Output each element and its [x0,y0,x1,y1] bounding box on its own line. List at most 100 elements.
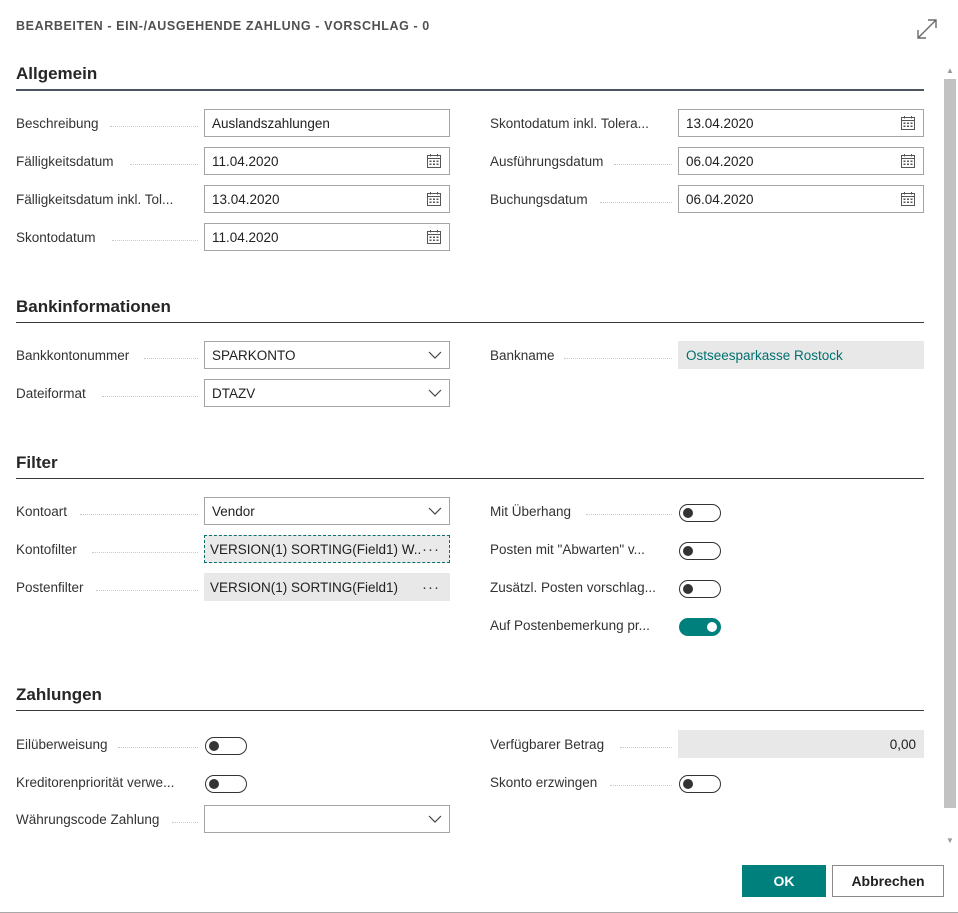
calendar-icon[interactable] [426,191,442,207]
kontoart-select[interactable]: Vendor [204,497,450,525]
label-leader [586,514,672,515]
toggle-knob [209,740,219,751]
dialog-title: BEARBEITEN - EIN-/AUSGEHENDE ZAHLUNG - V… [16,19,430,33]
label-leader [564,358,672,359]
cancel-button[interactable]: Abbrechen [832,865,944,897]
label-leader [118,747,198,748]
skontodatum-tol-value: 13.04.2020 [686,115,754,131]
ausfuehrungsdatum-value: 06.04.2020 [686,153,754,169]
label-leader [614,164,672,165]
skontodatum-input[interactable]: 11.04.2020 [204,223,450,251]
skontodatum-value: 11.04.2020 [212,229,279,245]
label-leader [80,514,198,515]
calendar-icon[interactable] [426,153,442,169]
label-leader [102,396,198,397]
label-leader [112,240,198,241]
beschreibung-value: Auslandszahlungen [212,115,330,131]
section-divider [16,322,924,323]
section-divider [16,710,924,711]
label-faelligkeitsdatum: Fälligkeitsdatum [16,154,114,169]
calendar-icon[interactable] [900,153,916,169]
scroll-down-icon[interactable]: ▼ [945,836,955,846]
label-leader [96,590,198,591]
dateiformat-value: DTAZV [212,385,256,401]
buchungsdatum-input[interactable]: 06.04.2020 [678,185,924,213]
chevron-down-icon [428,507,442,515]
skonto-erzwingen-toggle[interactable] [679,775,721,793]
kreditorenprioritaet-toggle[interactable] [205,775,247,793]
faelligkeitsdatum-input[interactable]: 11.04.2020 [204,147,450,175]
mit-ueberhang-toggle[interactable] [679,504,721,522]
section-title-bankinformationen[interactable]: Bankinformationen [16,297,171,317]
section-title-zahlungen[interactable]: Zahlungen [16,685,102,705]
chevron-down-icon [428,815,442,823]
label-dateiformat: Dateiformat [16,386,86,401]
vertical-scrollbar[interactable]: ▲ ▼ [942,62,958,850]
beschreibung-input[interactable]: Auslandszahlungen [204,109,450,137]
eilueberweisung-toggle[interactable] [205,737,247,755]
toggle-knob [209,778,219,789]
label-waehrungscode: Währungscode Zahlung [16,812,160,827]
label-faelligkeitsdatum-tol: Fälligkeitsdatum inkl. Tol... [16,192,174,207]
dateiformat-select[interactable]: DTAZV [204,379,450,407]
kontofilter-value: VERSION(1) SORTING(Field1) W... [210,541,422,557]
expand-icon[interactable] [914,16,940,42]
toggle-knob [683,778,693,789]
chevron-down-icon [428,389,442,397]
skontodatum-tol-input[interactable]: 13.04.2020 [678,109,924,137]
section-divider [16,478,924,479]
toggle-knob [683,583,693,594]
ok-button[interactable]: OK [742,865,826,897]
bankname-field[interactable]: Ostseesparkasse Rostock [678,341,924,369]
posten-abwarten-toggle[interactable] [679,542,721,560]
label-skontodatum-tol: Skontodatum inkl. Tolera... [490,116,649,131]
label-eilueberweisung: Eilüberweisung [16,737,108,752]
label-ausfuehrungsdatum: Ausführungsdatum [490,154,604,169]
form-content: Allgemein Beschreibung Auslandszahlungen… [0,60,942,850]
verfuegbarer-betrag-value: 0,00 [889,736,916,752]
label-leader [172,822,198,823]
toggle-knob [683,507,693,518]
more-options-icon[interactable]: ··· [422,541,442,558]
label-buchungsdatum: Buchungsdatum [490,192,588,207]
calendar-icon[interactable] [900,191,916,207]
label-skonto-erzwingen: Skonto erzwingen [490,775,598,790]
scrollbar-thumb[interactable] [944,79,956,808]
waehrungscode-select[interactable] [204,805,450,833]
scroll-up-icon[interactable]: ▲ [945,66,955,76]
toggle-knob [707,621,717,632]
postenfilter-value: VERSION(1) SORTING(Field1) [210,579,399,595]
section-divider [16,89,924,91]
kontofilter-field[interactable]: VERSION(1) SORTING(Field1) W... ··· [204,535,450,563]
label-bankname: Bankname [490,348,555,363]
postenbemerkung-toggle[interactable] [679,618,721,636]
label-postenfilter: Postenfilter [16,580,84,595]
label-skontodatum: Skontodatum [16,230,96,245]
faelligkeitsdatum-tol-input[interactable]: 13.04.2020 [204,185,450,213]
section-title-allgemein[interactable]: Allgemein [16,64,97,84]
label-leader [600,202,672,203]
label-leader [144,358,198,359]
label-mit-ueberhang: Mit Überhang [490,504,572,519]
label-leader [92,552,198,553]
label-posten-abwarten: Posten mit "Abwarten" v... [490,542,645,557]
bankname-link[interactable]: Ostseesparkasse Rostock [686,348,916,363]
faelligkeitsdatum-value: 11.04.2020 [212,153,279,169]
label-kontoart: Kontoart [16,504,68,519]
bankkontonummer-select[interactable]: SPARKONTO [204,341,450,369]
label-beschreibung: Beschreibung [16,116,99,131]
postenfilter-field[interactable]: VERSION(1) SORTING(Field1) ··· [204,573,450,601]
verfuegbarer-betrag-field: 0,00 [678,730,924,758]
more-options-icon[interactable]: ··· [422,579,442,596]
chevron-down-icon [428,351,442,359]
ausfuehrungsdatum-input[interactable]: 06.04.2020 [678,147,924,175]
label-kreditorenprioritaet: Kreditorenpriorität verwe... [16,775,175,790]
buchungsdatum-value: 06.04.2020 [686,191,754,207]
calendar-icon[interactable] [900,115,916,131]
label-verfuegbarer-betrag: Verfügbarer Betrag [490,737,605,752]
calendar-icon[interactable] [426,229,442,245]
zusaetzl-posten-toggle[interactable] [679,580,721,598]
section-title-filter[interactable]: Filter [16,453,58,473]
bankkontonummer-value: SPARKONTO [212,347,296,363]
faelligkeitsdatum-tol-value: 13.04.2020 [212,191,280,207]
